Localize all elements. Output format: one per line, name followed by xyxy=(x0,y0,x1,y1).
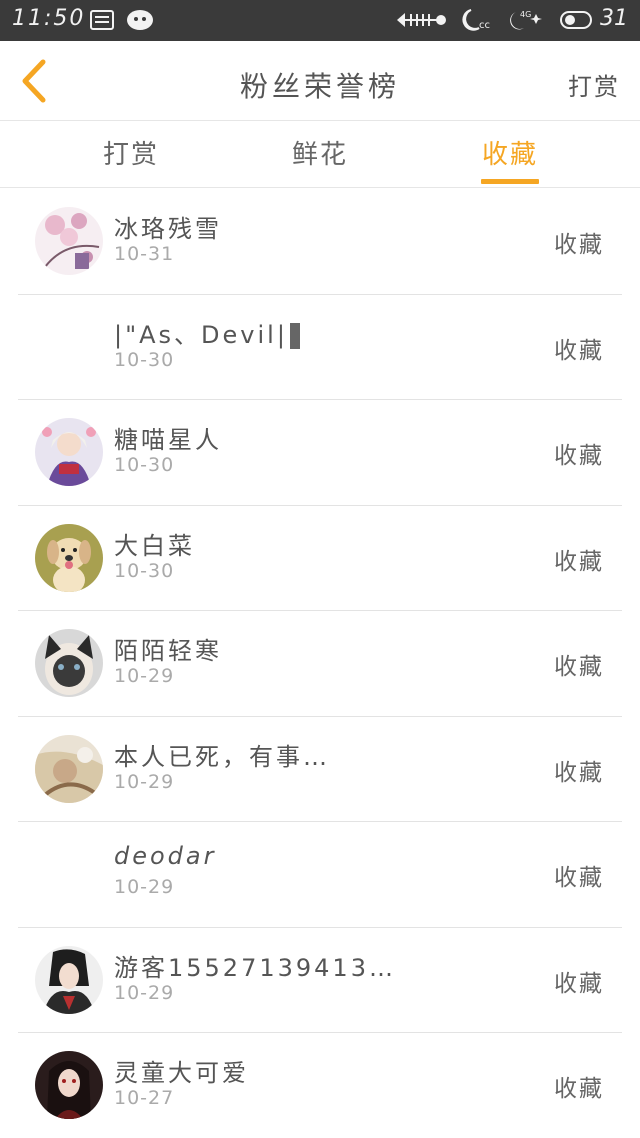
avatar[interactable] xyxy=(35,523,103,592)
list-item[interactable]: 大白菜 10-30 收藏 xyxy=(18,506,622,611)
action-label: 收藏 xyxy=(554,443,604,469)
action-label: 收藏 xyxy=(554,654,604,680)
night-mode-icon: 4G xyxy=(506,8,548,32)
list-item[interactable]: 灵童大可爱 10-27 收藏 xyxy=(18,1033,622,1138)
wechat-icon xyxy=(126,8,154,32)
list-item[interactable]: deodar 10-29 收藏 xyxy=(18,822,622,928)
user-name: 大白菜 xyxy=(114,531,195,560)
list-item[interactable]: 本人已死，有事… 10-29 收藏 xyxy=(18,717,622,822)
user-name: 糖喵星人 xyxy=(114,426,222,454)
list-item[interactable]: 陌陌轻寒 10-29 收藏 xyxy=(18,611,622,717)
user-name: 本人已死，有事… xyxy=(114,742,330,771)
status-time: 11:50 xyxy=(12,6,86,31)
status-bar: 11:50 cc 4G 31 xyxy=(0,0,640,41)
list-item[interactable]: 冰珞残雪 10-31 收藏 xyxy=(18,189,622,295)
user-date: 10-31 xyxy=(114,243,175,265)
active-tab-indicator xyxy=(481,179,539,184)
tab-flowers[interactable]: 鲜花 xyxy=(260,122,380,188)
page-title: 粉丝荣誉榜 xyxy=(239,70,400,103)
list-item[interactable]: 游客15527139413… 10-29 收藏 xyxy=(18,928,622,1033)
app-header: 粉丝荣誉榜 打赏 xyxy=(0,41,640,121)
fan-list: 冰珞残雪 10-31 收藏 |"As、Devil| 10-30 收藏 糖喵星人 … xyxy=(0,189,640,1138)
tab-reward[interactable]: 打赏 xyxy=(71,122,191,188)
avatar[interactable] xyxy=(35,734,103,803)
action-label: 收藏 xyxy=(554,1076,604,1102)
reward-button[interactable]: 打赏 xyxy=(568,67,620,102)
user-name: 冰珞残雪 xyxy=(114,215,222,243)
user-name: 游客15527139413… xyxy=(114,953,396,982)
battery-level: 31 xyxy=(600,6,628,31)
avatar[interactable] xyxy=(35,629,103,697)
action-label: 收藏 xyxy=(554,970,604,997)
tab-bar: 打赏 鲜花 收藏 xyxy=(0,122,640,188)
user-date: 10-29 xyxy=(114,876,175,898)
user-name: 陌陌轻寒 xyxy=(114,637,222,665)
user-name: deodar xyxy=(114,842,217,870)
user-date: 10-29 xyxy=(114,665,175,687)
action-label: 收藏 xyxy=(554,759,604,786)
user-date: 10-30 xyxy=(114,454,175,476)
user-date: 10-29 xyxy=(114,981,175,1004)
fish-icon xyxy=(394,8,448,32)
text-block-glyph xyxy=(289,322,300,349)
action-label: 收藏 xyxy=(554,337,604,364)
action-label: 收藏 xyxy=(554,232,604,258)
svg-text:4G: 4G xyxy=(520,10,531,19)
list-item[interactable]: 糖喵星人 10-30 收藏 xyxy=(18,400,622,506)
action-label: 收藏 xyxy=(554,548,604,575)
battery-icon xyxy=(558,8,594,32)
user-date: 10-29 xyxy=(114,770,175,793)
moon-icon: cc xyxy=(456,8,496,32)
avatar[interactable] xyxy=(35,418,103,486)
avatar[interactable] xyxy=(35,945,103,1014)
user-date: 10-30 xyxy=(114,559,175,582)
svg-text:cc: cc xyxy=(479,20,490,31)
user-date: 10-30 xyxy=(114,348,175,371)
list-item[interactable]: |"As、Devil| 10-30 收藏 xyxy=(18,295,622,400)
user-name: |"As、Devil| xyxy=(114,315,300,350)
action-label: 收藏 xyxy=(554,865,604,891)
message-icon xyxy=(88,8,116,32)
avatar[interactable] xyxy=(35,1051,103,1119)
user-date: 10-27 xyxy=(114,1087,175,1109)
avatar[interactable] xyxy=(35,207,103,275)
user-name: 灵童大可爱 xyxy=(114,1059,249,1087)
